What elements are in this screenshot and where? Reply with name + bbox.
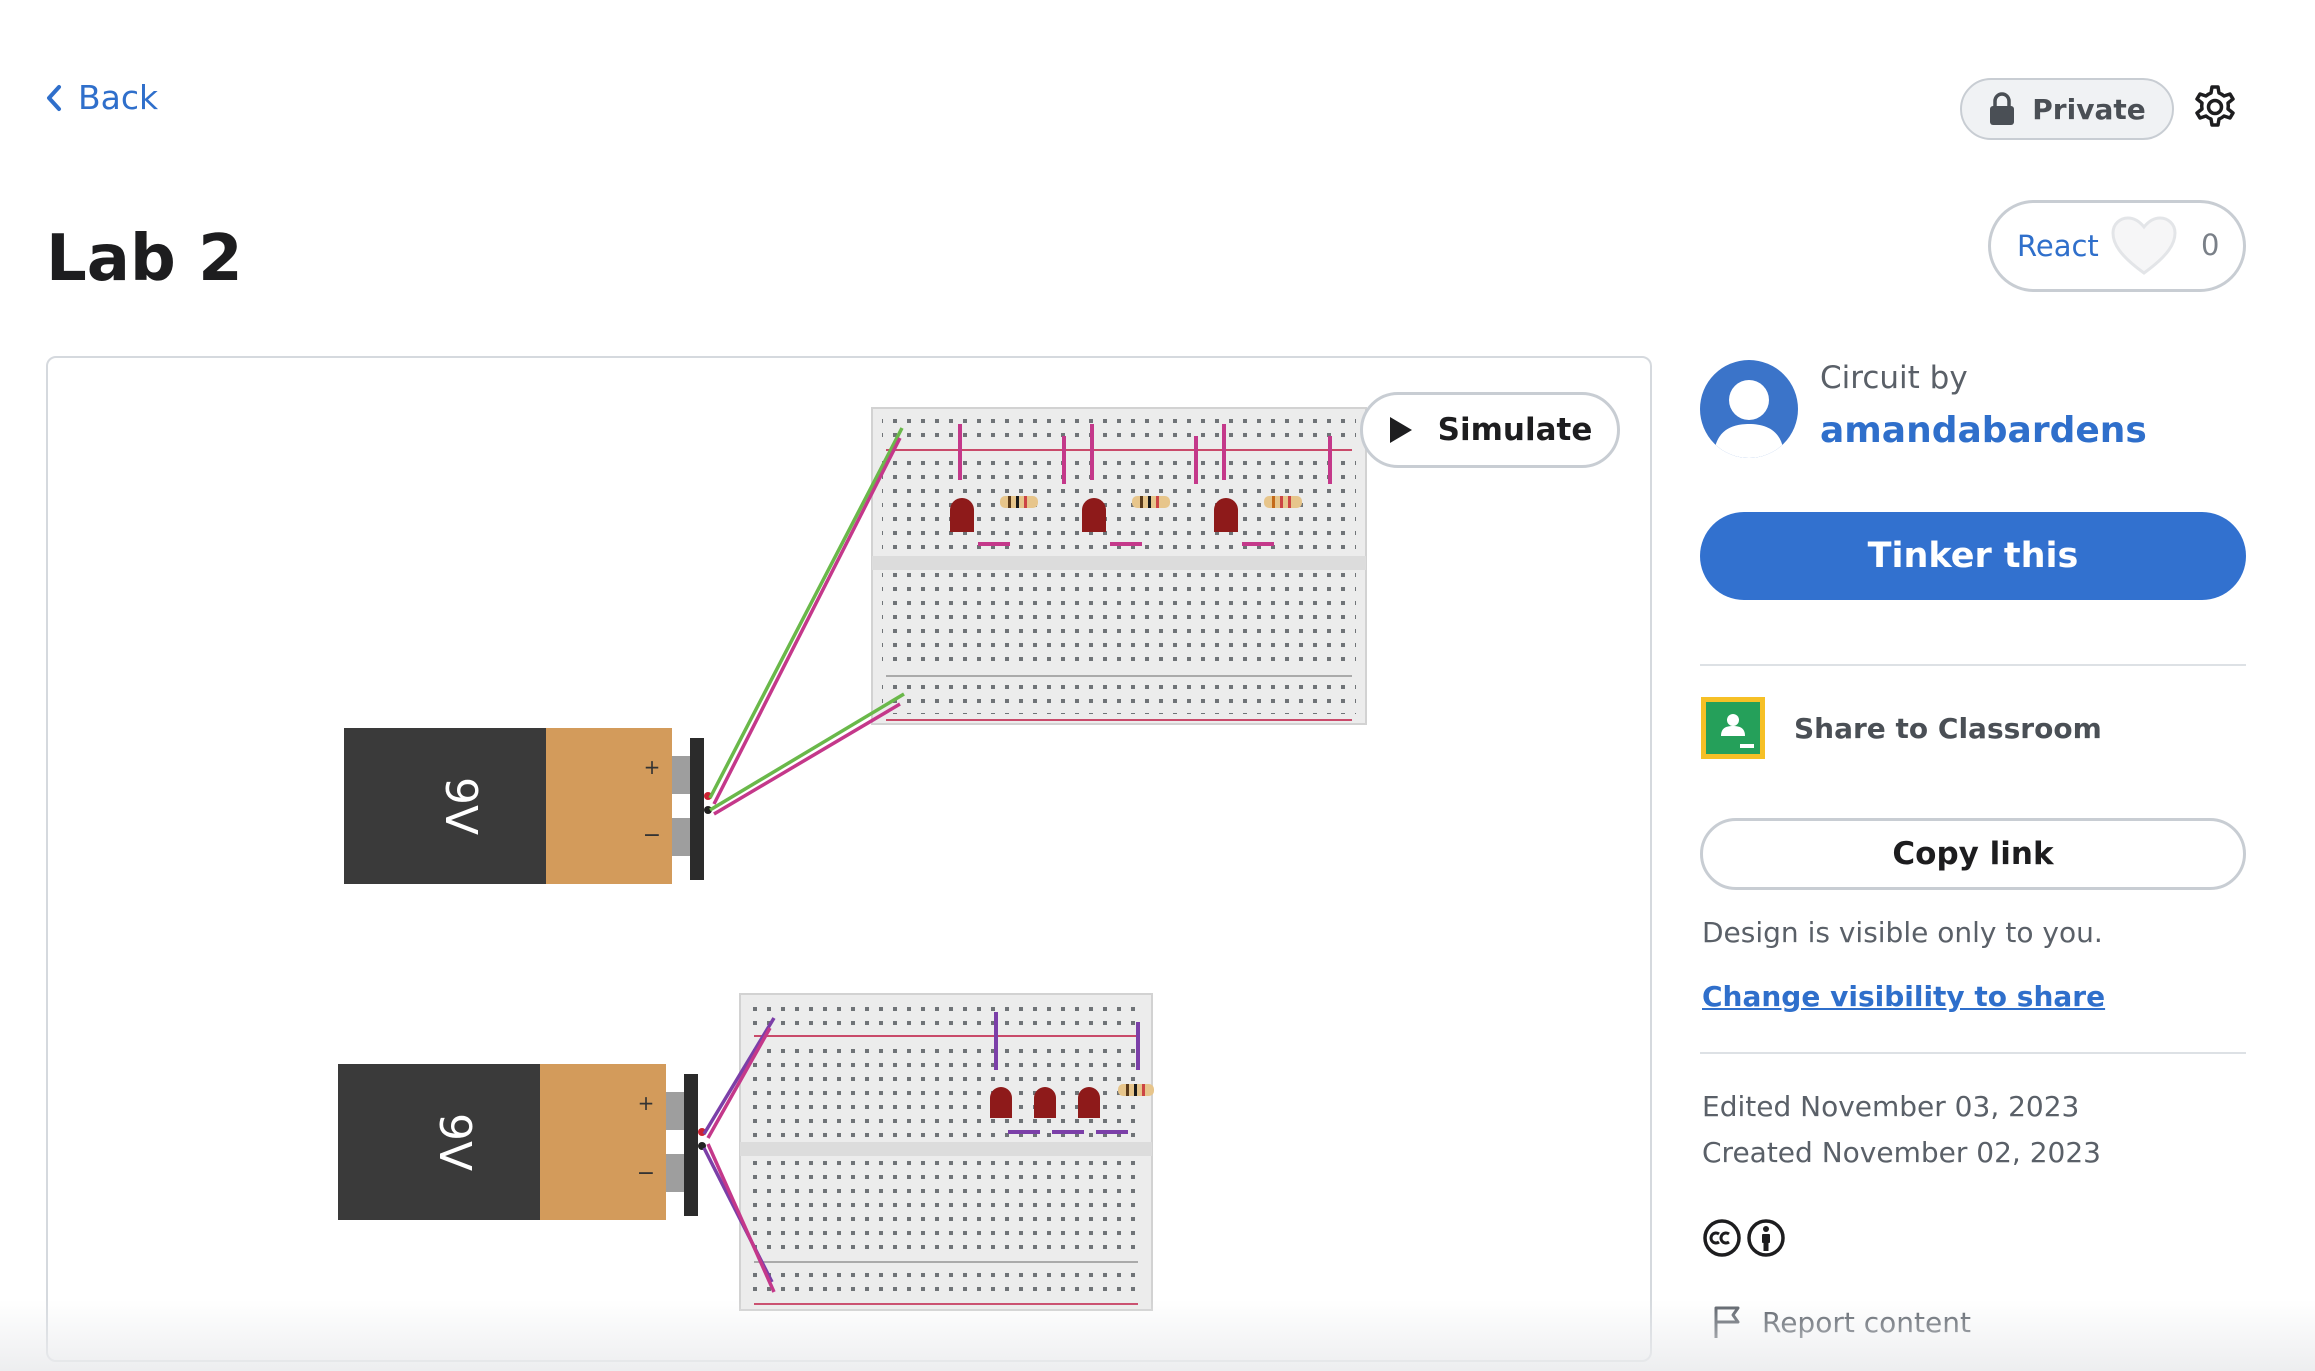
author-avatar[interactable] bbox=[1700, 360, 1798, 458]
page-title: Lab 2 bbox=[46, 222, 243, 296]
back-link[interactable]: Back bbox=[44, 78, 158, 117]
battery-bottom-minus: − bbox=[637, 1161, 655, 1186]
breadboard-bottom bbox=[739, 993, 1154, 1311]
play-icon bbox=[1389, 417, 1412, 443]
copy-link-button[interactable]: Copy link bbox=[1700, 818, 2246, 890]
circuit-canvas[interactable]: 9V + − 9V + − Simulate bbox=[46, 356, 1652, 1362]
react-label: React bbox=[2017, 229, 2099, 263]
divider bbox=[1700, 664, 2246, 666]
simulate-button[interactable]: Simulate bbox=[1360, 392, 1620, 468]
battery-top-minus: − bbox=[643, 823, 661, 848]
created-date: Created November 02, 2023 bbox=[1702, 1136, 2101, 1169]
license-badges[interactable] bbox=[1702, 1218, 1786, 1258]
circuit-diagram: 9V + − 9V + − bbox=[338, 407, 1367, 1311]
lock-icon bbox=[1990, 92, 2015, 125]
visibility-note: Design is visible only to you. bbox=[1702, 916, 2103, 949]
battery-top bbox=[344, 728, 712, 884]
attribution-icon bbox=[1747, 1219, 1785, 1257]
heart-icon bbox=[2111, 216, 2177, 275]
flag-icon bbox=[1714, 1306, 1740, 1338]
share-classroom-label: Share to Classroom bbox=[1794, 711, 2102, 745]
google-classroom-icon bbox=[1701, 697, 1765, 759]
cc-icon bbox=[1703, 1219, 1741, 1257]
battery-top-plus: + bbox=[644, 755, 661, 779]
battery-bottom-label: 9V bbox=[429, 1113, 480, 1171]
simulate-label: Simulate bbox=[1437, 412, 1593, 448]
react-count: 0 bbox=[2201, 228, 2220, 262]
gear-icon[interactable] bbox=[2192, 84, 2238, 130]
tinker-button[interactable]: Tinker this bbox=[1700, 512, 2246, 600]
user-icon bbox=[1714, 380, 1784, 458]
back-label: Back bbox=[78, 78, 159, 117]
circuit-by-label: Circuit by bbox=[1820, 360, 1968, 396]
change-visibility-link[interactable]: Change visibility to share bbox=[1702, 980, 2105, 1013]
battery-bottom-plus: + bbox=[638, 1091, 655, 1115]
breadboard-top bbox=[871, 407, 1367, 725]
privacy-button[interactable]: Private bbox=[1960, 78, 2174, 140]
share-classroom-button[interactable]: Share to Classroom bbox=[1700, 696, 2102, 760]
react-button[interactable]: React 0 bbox=[1988, 200, 2246, 292]
report-content-link[interactable]: Report content bbox=[1712, 1304, 1971, 1340]
author-link[interactable]: amandabardens bbox=[1820, 410, 2147, 451]
edited-date: Edited November 03, 2023 bbox=[1702, 1090, 2080, 1123]
report-content-label: Report content bbox=[1762, 1305, 1971, 1339]
back-chevron-icon bbox=[47, 84, 61, 111]
divider bbox=[1700, 1052, 2246, 1054]
privacy-label: Private bbox=[2032, 92, 2146, 126]
battery-bottom bbox=[338, 1064, 706, 1220]
battery-top-label: 9V bbox=[435, 777, 486, 835]
